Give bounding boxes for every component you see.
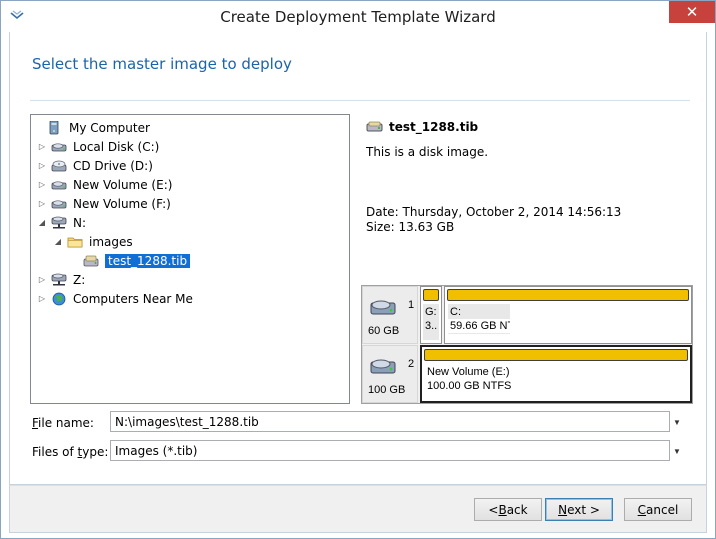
heading-divider bbox=[30, 100, 690, 101]
collapse-arrow-icon[interactable]: ◢ bbox=[53, 237, 63, 247]
tree-item-z[interactable]: ▷ Z: bbox=[37, 270, 85, 289]
info-size: Size: 13.63 GB bbox=[366, 220, 455, 234]
file-name-input[interactable]: N:\images\test_1288.tib bbox=[110, 411, 670, 432]
collapse-arrow-icon[interactable]: ◢ bbox=[37, 218, 47, 228]
partition-bar bbox=[447, 289, 689, 301]
tree-item-n[interactable]: ◢ N: bbox=[37, 213, 86, 232]
tree-item-cd-drive-d[interactable]: ▷ CD Drive (D:) bbox=[37, 156, 153, 175]
expand-arrow-icon[interactable]: ▷ bbox=[37, 294, 47, 304]
disk-info-1: 1 60 GB bbox=[362, 286, 418, 344]
info-filename: test_1288.tib bbox=[389, 120, 479, 134]
page-heading: Select the master image to deploy bbox=[32, 55, 292, 73]
tree-item-label: test_1288.tib bbox=[105, 253, 191, 268]
disk-row-2: 2 100 GB New Volume (E:) 100.00 GB NTFS bbox=[362, 345, 692, 403]
close-button[interactable]: ✕ bbox=[669, 1, 715, 23]
disk-layout-panel: 1 60 GB G: 3.. C: 59.66 GB NTFS bbox=[361, 285, 693, 404]
network-drive-icon bbox=[51, 216, 67, 230]
globe-icon bbox=[51, 292, 67, 306]
file-type-select[interactable]: Images (*.tib) bbox=[110, 440, 670, 461]
window-title: Create Deployment Template Wizard bbox=[220, 8, 496, 26]
tree-item-label: Local Disk (C:) bbox=[73, 139, 160, 154]
expand-arrow-icon[interactable]: ▷ bbox=[37, 199, 47, 209]
tree-item-label: CD Drive (D:) bbox=[73, 158, 153, 173]
tree-item-label: New Volume (E:) bbox=[73, 177, 173, 192]
partition-bar bbox=[424, 349, 688, 361]
expand-arrow-icon[interactable]: ▷ bbox=[37, 142, 47, 152]
wizard-window: Create Deployment Template Wizard ✕ Sele… bbox=[0, 0, 716, 539]
tree-item-computers-near-me[interactable]: ▷ Computers Near Me bbox=[37, 289, 193, 308]
disk-number: 2 bbox=[408, 358, 415, 370]
disk-icon bbox=[51, 140, 67, 154]
tree-item-images[interactable]: ◢ images bbox=[53, 232, 133, 251]
expand-arrow-icon[interactable]: ▷ bbox=[37, 275, 47, 285]
tib-file-icon bbox=[83, 254, 99, 268]
hard-disk-icon bbox=[370, 300, 396, 315]
disk-icon bbox=[51, 178, 67, 192]
expand-arrow-icon[interactable]: ▷ bbox=[37, 161, 47, 171]
tree-item-test-1288-tib[interactable]: test_1288.tib bbox=[69, 251, 191, 270]
disk-size: 60 GB bbox=[368, 325, 400, 337]
partition-label: New Volume (E:) 100.00 GB NTFS bbox=[425, 364, 565, 394]
disk-info-2: 2 100 GB bbox=[362, 345, 418, 403]
title-bar: Create Deployment Template Wizard ✕ bbox=[1, 1, 715, 32]
partition-label: C: 59.66 GB NTFS bbox=[448, 304, 510, 334]
partition-label: G: 3.. bbox=[423, 304, 439, 340]
button-bar: < Back Next > Cancel bbox=[9, 485, 707, 533]
folder-tree[interactable]: My Computer ▷ Local Disk (C:) ▷ CD Drive (D:… bbox=[30, 114, 350, 404]
cancel-button[interactable]: Cancel bbox=[624, 498, 692, 521]
disk-number: 1 bbox=[408, 299, 415, 311]
tree-item-my-computer[interactable]: My Computer bbox=[33, 118, 150, 137]
network-drive-icon bbox=[51, 273, 67, 287]
folder-icon bbox=[67, 235, 83, 249]
next-button[interactable]: Next > bbox=[545, 498, 613, 521]
computer-icon bbox=[47, 120, 63, 135]
info-description: This is a disk image. bbox=[366, 145, 489, 159]
tree-item-label: Computers Near Me bbox=[73, 291, 193, 306]
file-type-dropdown-arrow[interactable]: ▼ bbox=[673, 447, 681, 456]
tree-item-label: N: bbox=[73, 215, 87, 230]
partition-bar bbox=[423, 289, 439, 301]
wizard-content: Select the master image to deploy My Com… bbox=[9, 32, 707, 485]
tree-item-label: Z: bbox=[73, 272, 86, 287]
tree-item-label: My Computer bbox=[69, 120, 150, 135]
info-filename-row: test_1288.tib bbox=[366, 120, 478, 134]
disk-icon bbox=[51, 197, 67, 211]
tree-item-local-disk-c[interactable]: ▷ Local Disk (C:) bbox=[37, 137, 159, 156]
expand-arrow-icon[interactable]: ▷ bbox=[37, 180, 47, 190]
file-name-label: File name: bbox=[32, 416, 94, 430]
partition-c[interactable]: C: 59.66 GB NTFS bbox=[444, 286, 692, 344]
disk-row-1: 1 60 GB G: 3.. C: 59.66 GB NTFS bbox=[362, 286, 692, 344]
hard-disk-icon bbox=[370, 359, 396, 374]
tree-item-new-volume-e[interactable]: ▷ New Volume (E:) bbox=[37, 175, 173, 194]
disk-size: 100 GB bbox=[368, 384, 406, 396]
tree-item-label: New Volume (F:) bbox=[73, 196, 171, 211]
partition-g[interactable]: G: 3.. bbox=[420, 286, 442, 344]
back-button[interactable]: < Back bbox=[474, 498, 542, 521]
file-name-dropdown-arrow[interactable]: ▼ bbox=[673, 418, 681, 427]
tree-item-new-volume-f[interactable]: ▷ New Volume (F:) bbox=[37, 194, 171, 213]
info-date: Date: Thursday, October 2, 2014 14:56:13 bbox=[366, 205, 622, 219]
partition-e[interactable]: New Volume (E:) 100.00 GB NTFS bbox=[420, 345, 692, 403]
file-type-label: Files of type: bbox=[32, 445, 109, 459]
cd-drive-icon bbox=[51, 159, 67, 173]
tree-item-label: images bbox=[89, 234, 133, 249]
tib-file-icon bbox=[366, 121, 383, 132]
